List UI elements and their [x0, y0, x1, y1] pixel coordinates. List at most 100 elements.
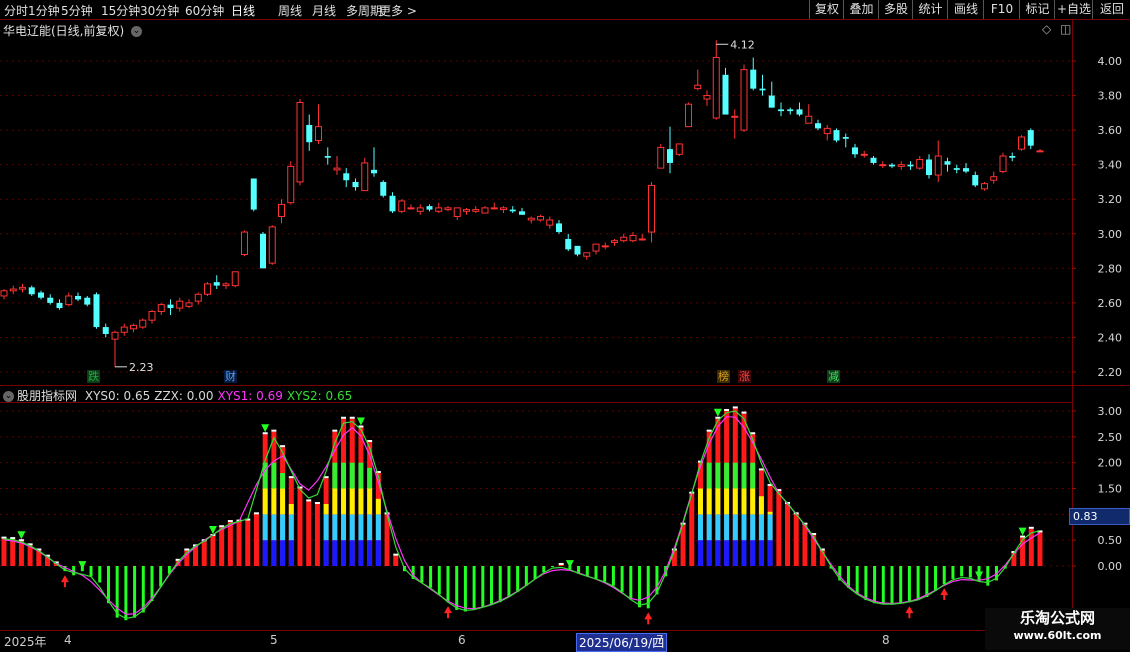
bar-negative — [533, 566, 537, 579]
candle-body — [796, 109, 803, 115]
bar-layer — [280, 540, 286, 566]
bar-layer — [732, 488, 738, 515]
candle-body — [463, 209, 470, 212]
bar-positive — [1, 538, 7, 566]
bar-cap — [1028, 526, 1034, 529]
y-tick-label: 3.00 — [1098, 405, 1123, 418]
candle-body — [509, 209, 516, 212]
candle-body — [75, 295, 81, 300]
candle-body — [815, 123, 821, 129]
bar-layer — [280, 473, 286, 489]
watermark-title: 乐淘公式网 — [1019, 609, 1095, 627]
candle-body — [657, 146, 665, 169]
bar-cap — [741, 411, 747, 414]
sell-arrow-icon — [713, 408, 722, 417]
bar-layer — [341, 540, 347, 566]
candle-body — [944, 161, 951, 165]
buy-arrow-icon — [905, 606, 914, 614]
candle-body — [527, 217, 535, 221]
bar-cap — [367, 440, 373, 442]
bar-layer — [741, 462, 747, 489]
sell-arrow-icon — [356, 417, 365, 426]
bar-positive — [219, 527, 225, 566]
candle-body — [260, 233, 266, 269]
candle-body — [120, 326, 128, 333]
bar-negative — [899, 566, 903, 604]
sell-arrow-icon — [565, 560, 574, 569]
candle-body — [740, 69, 748, 131]
candle-body — [667, 149, 673, 163]
bar-layer — [706, 540, 712, 566]
bar-positive — [245, 520, 251, 566]
bar-negative — [603, 566, 607, 582]
candle-body — [148, 311, 156, 321]
bar-negative — [472, 566, 476, 610]
bar-negative — [629, 566, 633, 600]
cursor-value-box: 0.83 — [1069, 508, 1130, 525]
candle-body — [897, 164, 905, 167]
bar-negative — [864, 566, 868, 601]
bar-cap — [262, 432, 268, 435]
bar-layer — [724, 462, 730, 489]
bar-cap — [341, 416, 347, 419]
bar-positive — [227, 522, 233, 566]
bar-positive — [793, 514, 799, 566]
sell-arrow-icon — [1018, 527, 1027, 536]
event-label-4[interactable]: 减 — [827, 370, 840, 383]
indicator-value-0: XYS0: 0.65 — [84, 389, 151, 403]
bar-layer — [741, 514, 747, 541]
bar-layer — [332, 488, 338, 515]
bar-negative — [446, 566, 450, 603]
candle-body — [722, 74, 729, 115]
bar-layer — [332, 540, 338, 566]
y-tick-label: 3.00 — [1098, 228, 1123, 241]
bar-layer — [271, 488, 277, 515]
bar-layer — [697, 514, 703, 541]
bar-cap — [184, 548, 190, 551]
bar-layer — [262, 514, 268, 541]
bar-layer — [271, 540, 277, 566]
bar-positive — [776, 491, 782, 566]
bar-negative — [942, 566, 946, 585]
sell-arrow-icon — [975, 571, 984, 580]
candle-body — [519, 211, 525, 215]
bar-layer — [732, 514, 738, 541]
bar-layer — [341, 514, 347, 541]
chart-canvas: 4.00 3.80 3.60 3.40 3.20 3.00 2.80 2.60 2.40 2.20… — [0, 19, 1130, 630]
candle-body — [833, 130, 840, 141]
candle-body — [389, 195, 396, 212]
bar-layer — [732, 462, 738, 489]
bar-layer — [271, 462, 277, 489]
candle-body — [130, 324, 137, 330]
bar-negative — [960, 566, 964, 577]
candle-body — [380, 181, 387, 196]
chevron-down-icon[interactable]: ⌄ — [3, 391, 14, 402]
event-label-0[interactable]: 跌 — [87, 370, 100, 383]
event-label-2[interactable]: 榜 — [717, 370, 730, 383]
candle-body — [176, 300, 184, 309]
y-tick-label: 3.80 — [1098, 90, 1123, 103]
candle-body — [194, 293, 202, 302]
candle-body — [926, 159, 932, 176]
bar-layer — [323, 540, 329, 566]
bar-layer — [715, 514, 721, 541]
candle-body — [990, 176, 998, 181]
candle-body — [537, 216, 544, 221]
bar-layer — [288, 514, 294, 541]
bar-layer — [767, 511, 773, 515]
bar-positive — [201, 541, 207, 566]
bar-negative — [890, 566, 894, 605]
candle-body — [65, 295, 73, 306]
candle-body — [1018, 136, 1025, 150]
bar-layer — [262, 488, 268, 515]
candle-body — [426, 206, 433, 210]
bar-negative — [106, 566, 110, 604]
candle-body — [28, 287, 35, 295]
bar-layer — [367, 467, 373, 489]
event-label-3[interactable]: 涨 — [738, 370, 751, 383]
bar-layer — [758, 540, 764, 566]
event-label-1[interactable]: 财 — [224, 370, 237, 383]
candle-body — [1009, 156, 1016, 158]
bar-layer — [706, 514, 712, 541]
bar-negative — [925, 566, 929, 597]
